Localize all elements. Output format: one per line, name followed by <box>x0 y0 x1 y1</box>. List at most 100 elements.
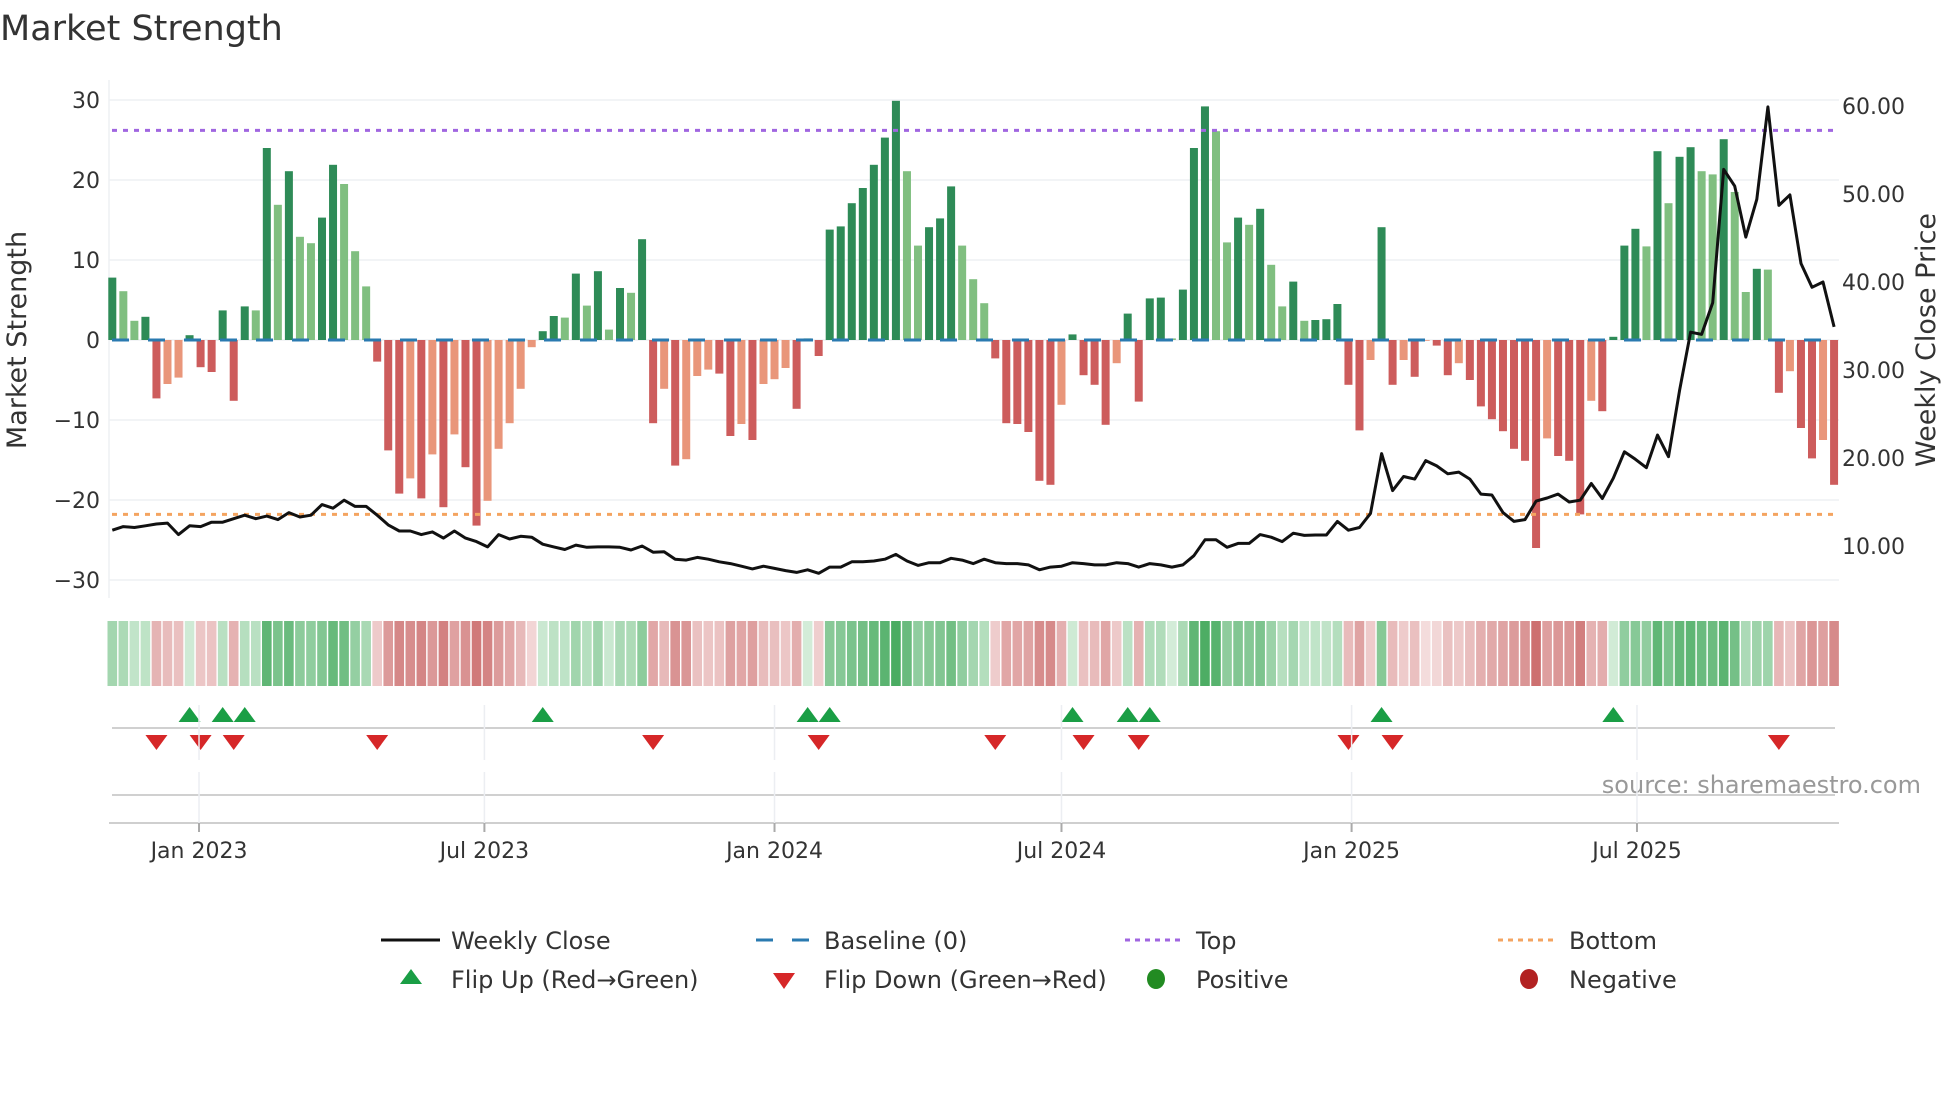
source-label: source: sharemaestro.com <box>1602 771 1921 799</box>
legend-label-baseline: Baseline (0) <box>824 927 967 955</box>
positive-bar <box>1123 313 1132 340</box>
heatmap-cell <box>1211 621 1221 686</box>
heatmap-cell <box>151 621 162 686</box>
negative-bar <box>1355 340 1364 431</box>
positive-bar <box>925 227 934 340</box>
positive-bar <box>1675 156 1684 340</box>
negative-bar <box>1134 340 1143 402</box>
negative-bar <box>152 340 161 399</box>
positive-bar <box>1377 227 1386 340</box>
heatmap-cell <box>1365 621 1376 686</box>
negative-bar <box>704 340 713 370</box>
positive-bar <box>604 329 613 340</box>
positive-bar <box>1311 320 1320 340</box>
market-strength-chart: Market Strength 30 20 10 0 −10 −20 −30 60.00 50… <box>0 9 1942 994</box>
flip-down-marker <box>642 735 665 750</box>
positive-bar <box>1267 264 1276 340</box>
triangle-up-icon <box>400 969 422 984</box>
negative-bar <box>1543 340 1552 439</box>
heatmap-cell <box>1454 621 1464 686</box>
x-tick-label: Jul 2023 <box>438 839 530 864</box>
negative-bar <box>505 340 514 424</box>
heatmap-cell <box>1111 621 1122 686</box>
heatmap-cell <box>317 621 327 686</box>
negative-bar <box>163 340 172 384</box>
heatmap-cell <box>306 621 316 686</box>
y-tick-label: 20 <box>72 169 100 194</box>
positive-bar <box>218 310 227 340</box>
heatmap-cell <box>1089 621 1100 686</box>
negative-bar <box>1785 340 1794 372</box>
positive-dot-icon <box>1147 969 1165 989</box>
positive-bar <box>295 236 304 340</box>
heatmap-cell <box>228 621 239 686</box>
heatmap-cell <box>1078 621 1089 686</box>
heatmap-cell <box>206 621 217 686</box>
heatmap-cell <box>1376 621 1387 686</box>
heatmap-cell <box>714 621 725 686</box>
flip-up-marker <box>178 707 201 722</box>
negative-bar <box>516 340 525 389</box>
legend-label-flip-up: Flip Up (Red→Green) <box>451 966 699 994</box>
flip-down-marker <box>1337 735 1360 750</box>
positive-bar <box>969 279 978 340</box>
heatmap-cell <box>571 621 581 686</box>
heatmap-cell <box>968 621 978 686</box>
negative-bar <box>1410 340 1419 377</box>
heatmap-cell <box>990 621 1001 686</box>
heatmap-cell <box>1167 621 1177 686</box>
y2-axis-title: Weekly Close Price <box>1911 213 1942 467</box>
positive-bar <box>1333 304 1342 340</box>
positive-bar <box>1697 171 1706 340</box>
positive-bar <box>273 204 282 340</box>
negative-bar <box>483 340 492 501</box>
negative-bar <box>229 340 238 401</box>
heatmap-cell <box>184 621 195 686</box>
positive-bar <box>560 317 569 340</box>
positive-bar <box>1156 297 1165 340</box>
negative-bar <box>207 340 216 372</box>
y-tick-label: 10 <box>72 249 100 274</box>
heatmap-cell <box>648 621 658 686</box>
heatmap-cell <box>438 621 449 686</box>
heatmap-cell <box>670 621 680 686</box>
heatmap-cell <box>339 621 349 686</box>
negative-bar <box>1509 340 1518 449</box>
heatmap-cell <box>1641 621 1652 686</box>
negative-bar <box>1819 340 1828 440</box>
negative-bar <box>1024 340 1033 432</box>
negative-bar <box>1388 340 1397 385</box>
heatmap-cell <box>604 621 614 686</box>
negative-bar <box>737 340 746 424</box>
legend-label-weekly-close: Weekly Close <box>451 927 611 955</box>
negative-bar <box>1521 340 1530 461</box>
y2-axis-ticks: 60.00 50.00 40.00 30.00 20.00 10.00 <box>1842 95 1905 560</box>
heatmap-cell <box>217 621 228 686</box>
heatmap-cell <box>129 621 140 686</box>
heatmap-cell <box>902 621 912 686</box>
heatmap-cell <box>1487 621 1497 686</box>
y-tick-label: −20 <box>54 489 100 514</box>
positive-bar <box>936 218 945 340</box>
heatmap-cell <box>582 621 592 686</box>
flip-up-marker <box>211 707 234 722</box>
flip-up-marker <box>1116 707 1139 722</box>
positive-bar <box>1664 203 1673 340</box>
positive-bar <box>1730 192 1739 340</box>
flip-down-marker <box>807 735 830 750</box>
heatmap-cell <box>1310 621 1321 686</box>
positive-bar <box>1178 289 1187 340</box>
positive-bar <box>240 306 249 340</box>
flip-up-marker <box>1602 707 1625 722</box>
heatmap-cell <box>946 621 956 686</box>
heatmap-cell <box>846 621 857 686</box>
negative-bar <box>395 340 404 494</box>
positive-bar <box>1741 292 1750 340</box>
heatmap-cell <box>824 621 835 686</box>
flip-down-marker <box>366 735 389 750</box>
negative-bar <box>1344 340 1353 385</box>
heatmap-cell <box>1630 621 1641 686</box>
heatmap-cell <box>1586 621 1597 686</box>
heatmap-cell <box>1619 621 1630 686</box>
negative-bar <box>748 340 757 440</box>
